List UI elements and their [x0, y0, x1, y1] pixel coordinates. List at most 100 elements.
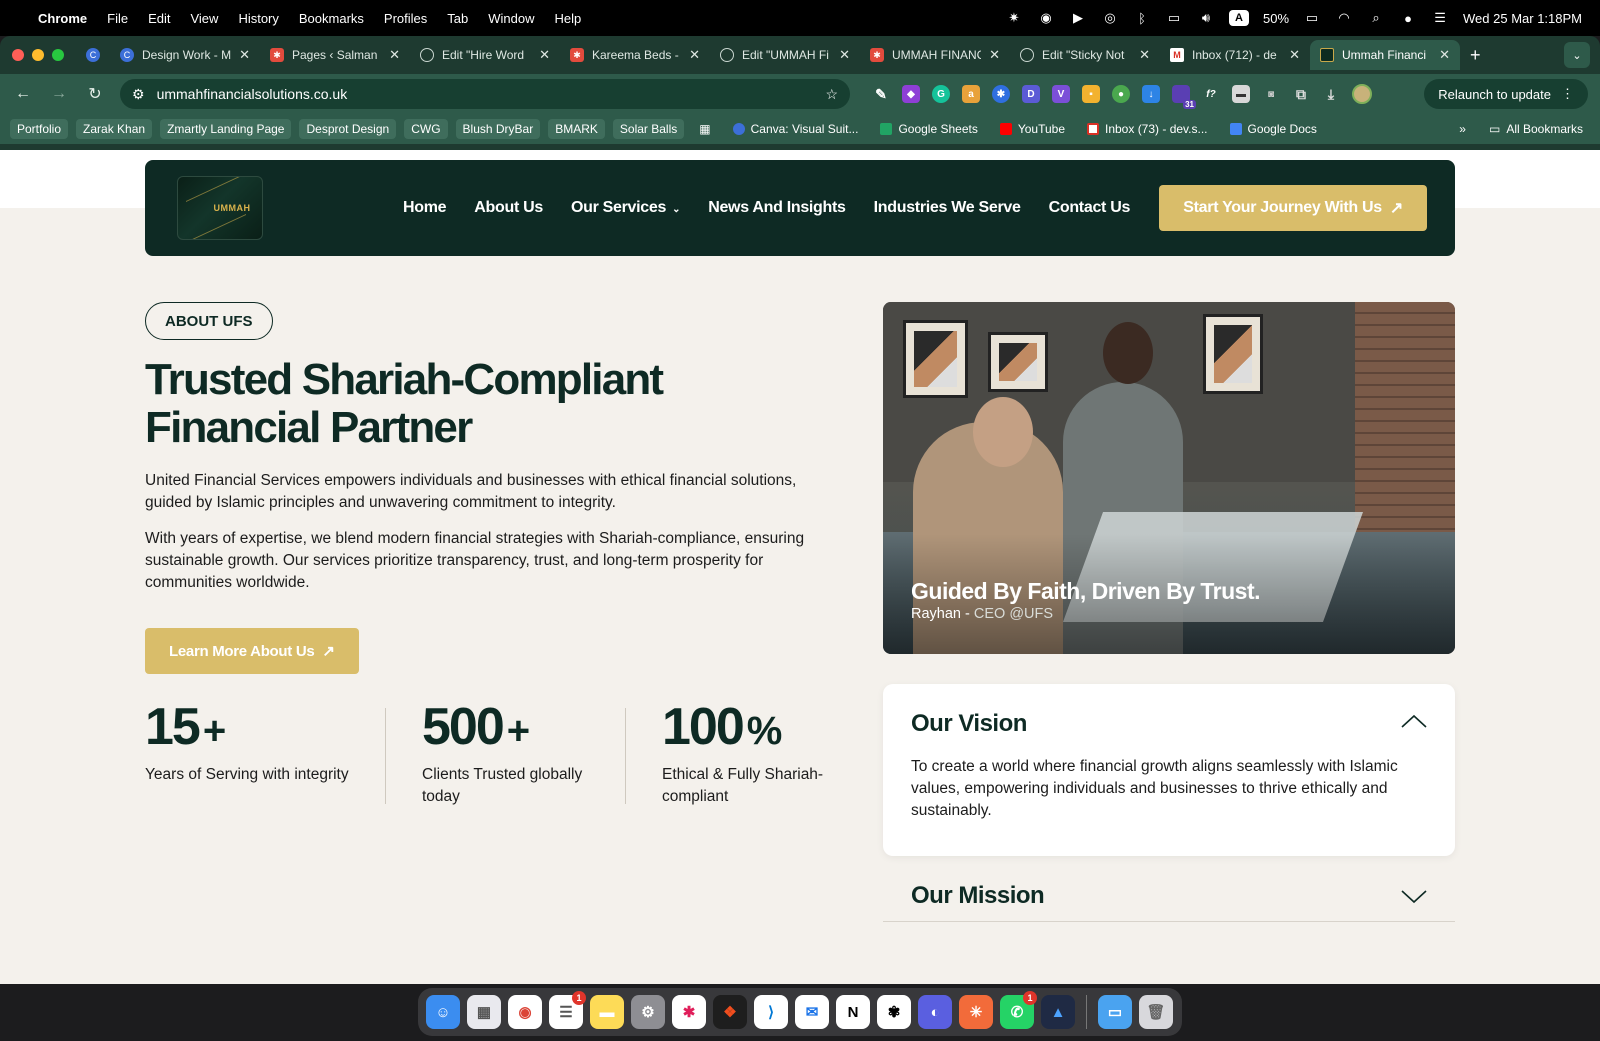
url-text[interactable]: ummahfinancialsolutions.co.uk	[157, 86, 814, 102]
grammarly-icon[interactable]: ◉	[1037, 9, 1055, 27]
tab-kareema-beds[interactable]: ✱ Kareema Beds - ✕	[560, 40, 710, 70]
bookmark-bmark[interactable]: BMARK	[548, 119, 605, 139]
back-icon[interactable]: ←	[12, 85, 34, 103]
trash-icon[interactable]: 🗑︎	[1139, 995, 1173, 1029]
play-icon[interactable]: ▶	[1069, 9, 1087, 27]
extension-green-icon[interactable]: ●	[1112, 85, 1130, 103]
mission-accordion[interactable]: Our Mission	[883, 872, 1455, 922]
extensions-puzzle-icon[interactable]: ⧉	[1292, 85, 1310, 103]
close-tab-icon[interactable]: ✕	[239, 47, 250, 63]
finder-icon[interactable]: ☺	[426, 995, 460, 1029]
close-tab-icon[interactable]: ✕	[839, 47, 850, 63]
bookmark-portfolio[interactable]: Portfolio	[10, 119, 69, 139]
font-extension-icon[interactable]: f?	[1202, 85, 1220, 103]
extension-card-icon[interactable]: ▬	[1232, 85, 1250, 103]
close-tab-icon[interactable]: ✕	[539, 47, 550, 63]
tab-edit-ummah[interactable]: Edit "UMMAH Fi ✕	[710, 40, 860, 70]
messenger-icon[interactable]: ◐	[918, 995, 952, 1029]
tab-search-icon[interactable]: ⌄	[1564, 42, 1590, 68]
close-tab-icon[interactable]: ✕	[389, 47, 400, 63]
chrome-icon[interactable]: ◉	[508, 995, 542, 1029]
new-tab-icon[interactable]: +	[1470, 45, 1481, 66]
tab-ummah-financial-active[interactable]: Ummah Financi ✕	[1310, 40, 1460, 70]
nav-our-services[interactable]: Our Services ⌄	[571, 199, 681, 217]
extension-orange-icon[interactable]: a	[962, 85, 980, 103]
notes-icon[interactable]: ▬	[590, 995, 624, 1029]
control-center-icon[interactable]: ☰	[1431, 9, 1449, 27]
figma-icon[interactable]: ❖	[713, 995, 747, 1029]
bookmark-zmartly[interactable]: Zmartly Landing Page	[160, 119, 292, 139]
close-tab-icon[interactable]: ✕	[1439, 47, 1450, 63]
menu-help[interactable]: Help	[555, 11, 582, 26]
eyedropper-icon[interactable]: ✎	[872, 85, 890, 103]
notion-icon[interactable]: N	[836, 995, 870, 1029]
forward-icon[interactable]: →	[48, 85, 70, 103]
site-info-icon[interactable]: ⚙	[132, 86, 145, 103]
profile-avatar[interactable]	[1352, 84, 1372, 104]
tab-inbox[interactable]: M Inbox (712) - de ✕	[1160, 40, 1310, 70]
bookmark-star-icon[interactable]: ☆	[825, 86, 838, 103]
slack-icon[interactable]: ✱	[672, 995, 706, 1029]
menu-tab[interactable]: Tab	[447, 11, 468, 26]
downloads-icon[interactable]: ⤓	[1322, 85, 1340, 103]
more-menu-icon[interactable]: ⋮	[1561, 86, 1574, 102]
whatsapp-icon[interactable]: ✆ 1	[1000, 991, 1037, 1029]
menu-edit[interactable]: Edit	[148, 11, 170, 26]
system-settings-icon[interactable]: ⚙	[631, 995, 665, 1029]
tab-pages-salman[interactable]: ✱ Pages ‹ Salman ✕	[260, 40, 410, 70]
apps-grid-icon[interactable]: ▦	[692, 119, 717, 139]
chevron-down-icon[interactable]	[1401, 890, 1427, 904]
tab-edit-sticky-notes[interactable]: Edit "Sticky Not ✕	[1010, 40, 1160, 70]
siri-icon[interactable]: ●	[1399, 9, 1417, 27]
extension-gear-icon[interactable]: ✱	[992, 85, 1010, 103]
bookmark-solar-balls[interactable]: Solar Balls	[612, 119, 685, 139]
mail-app-icon[interactable]: ✉	[795, 995, 829, 1029]
relaunch-button[interactable]: Relaunch to update ⋮	[1424, 79, 1588, 109]
menu-clock[interactable]: Wed 25 Mar 1:18PM	[1463, 11, 1582, 26]
nav-news-insights[interactable]: News And Insights	[708, 199, 846, 217]
all-bookmarks-folder[interactable]: ▭ All Bookmarks	[1482, 119, 1590, 139]
close-window-button[interactable]	[12, 49, 24, 61]
chevron-up-icon[interactable]	[1401, 714, 1427, 728]
menu-bookmarks[interactable]: Bookmarks	[299, 11, 364, 26]
close-tab-icon[interactable]: ✕	[1139, 47, 1150, 63]
extension-v-icon[interactable]: V	[1052, 85, 1070, 103]
bookmark-blush-drybar[interactable]: Blush DryBar	[455, 119, 541, 139]
bookmarks-overflow-icon[interactable]: »	[1459, 122, 1466, 136]
tab-pinned[interactable]: C	[78, 40, 110, 70]
menu-view[interactable]: View	[190, 11, 218, 26]
bookmark-canva[interactable]: Canva: Visual Suit...	[726, 119, 866, 139]
extension-note-icon[interactable]: ▪	[1082, 85, 1100, 103]
site-logo[interactable]: UMMAH	[177, 176, 263, 240]
menu-file[interactable]: File	[107, 11, 128, 26]
display-icon[interactable]: ▭	[1165, 9, 1183, 27]
nav-contact-us[interactable]: Contact Us	[1049, 199, 1131, 217]
close-tab-icon[interactable]: ✕	[989, 47, 1000, 63]
learn-more-button[interactable]: Learn More About Us ↗	[145, 628, 359, 674]
calendar-extension-icon[interactable]: 31	[1172, 85, 1196, 109]
bookmark-desprot[interactable]: Desprot Design	[299, 119, 397, 139]
grammarly-extension-icon[interactable]: G	[932, 85, 950, 103]
spotlight-search-icon[interactable]: ⌕	[1367, 9, 1385, 27]
extension-d-icon[interactable]: D	[1022, 85, 1040, 103]
xcode-like-icon[interactable]: ▲	[1041, 995, 1075, 1029]
tab-edit-hire-word[interactable]: Edit "Hire Word ✕	[410, 40, 560, 70]
vscode-icon[interactable]: ⟩	[754, 995, 788, 1029]
downloads-folder-icon[interactable]: ▭	[1098, 995, 1132, 1029]
close-tab-icon[interactable]: ✕	[1289, 47, 1300, 63]
start-journey-button[interactable]: Start Your Journey With Us ↗	[1159, 185, 1427, 231]
menu-profiles[interactable]: Profiles	[384, 11, 427, 26]
input-source-icon[interactable]: A	[1228, 10, 1249, 26]
menu-history[interactable]: History	[238, 11, 278, 26]
bookmark-youtube[interactable]: YouTube	[993, 119, 1072, 139]
menu-app-name[interactable]: Chrome	[38, 11, 87, 26]
chatgpt-icon[interactable]: ✾	[877, 995, 911, 1029]
reload-icon[interactable]: ↻	[84, 84, 106, 104]
wifi-icon[interactable]: ◠	[1335, 9, 1353, 27]
nav-industries[interactable]: Industries We Serve	[874, 199, 1021, 217]
reminders-icon[interactable]: ☰ 1	[549, 991, 586, 1029]
address-bar[interactable]: ⚙ ummahfinancialsolutions.co.uk ☆	[120, 79, 850, 109]
claude-icon[interactable]: ✳	[959, 995, 993, 1029]
tab-ummah-financ[interactable]: ✱ UMMAH FINANC ✕	[860, 40, 1010, 70]
bookmark-inbox[interactable]: Inbox (73) - dev.s...	[1080, 119, 1215, 139]
